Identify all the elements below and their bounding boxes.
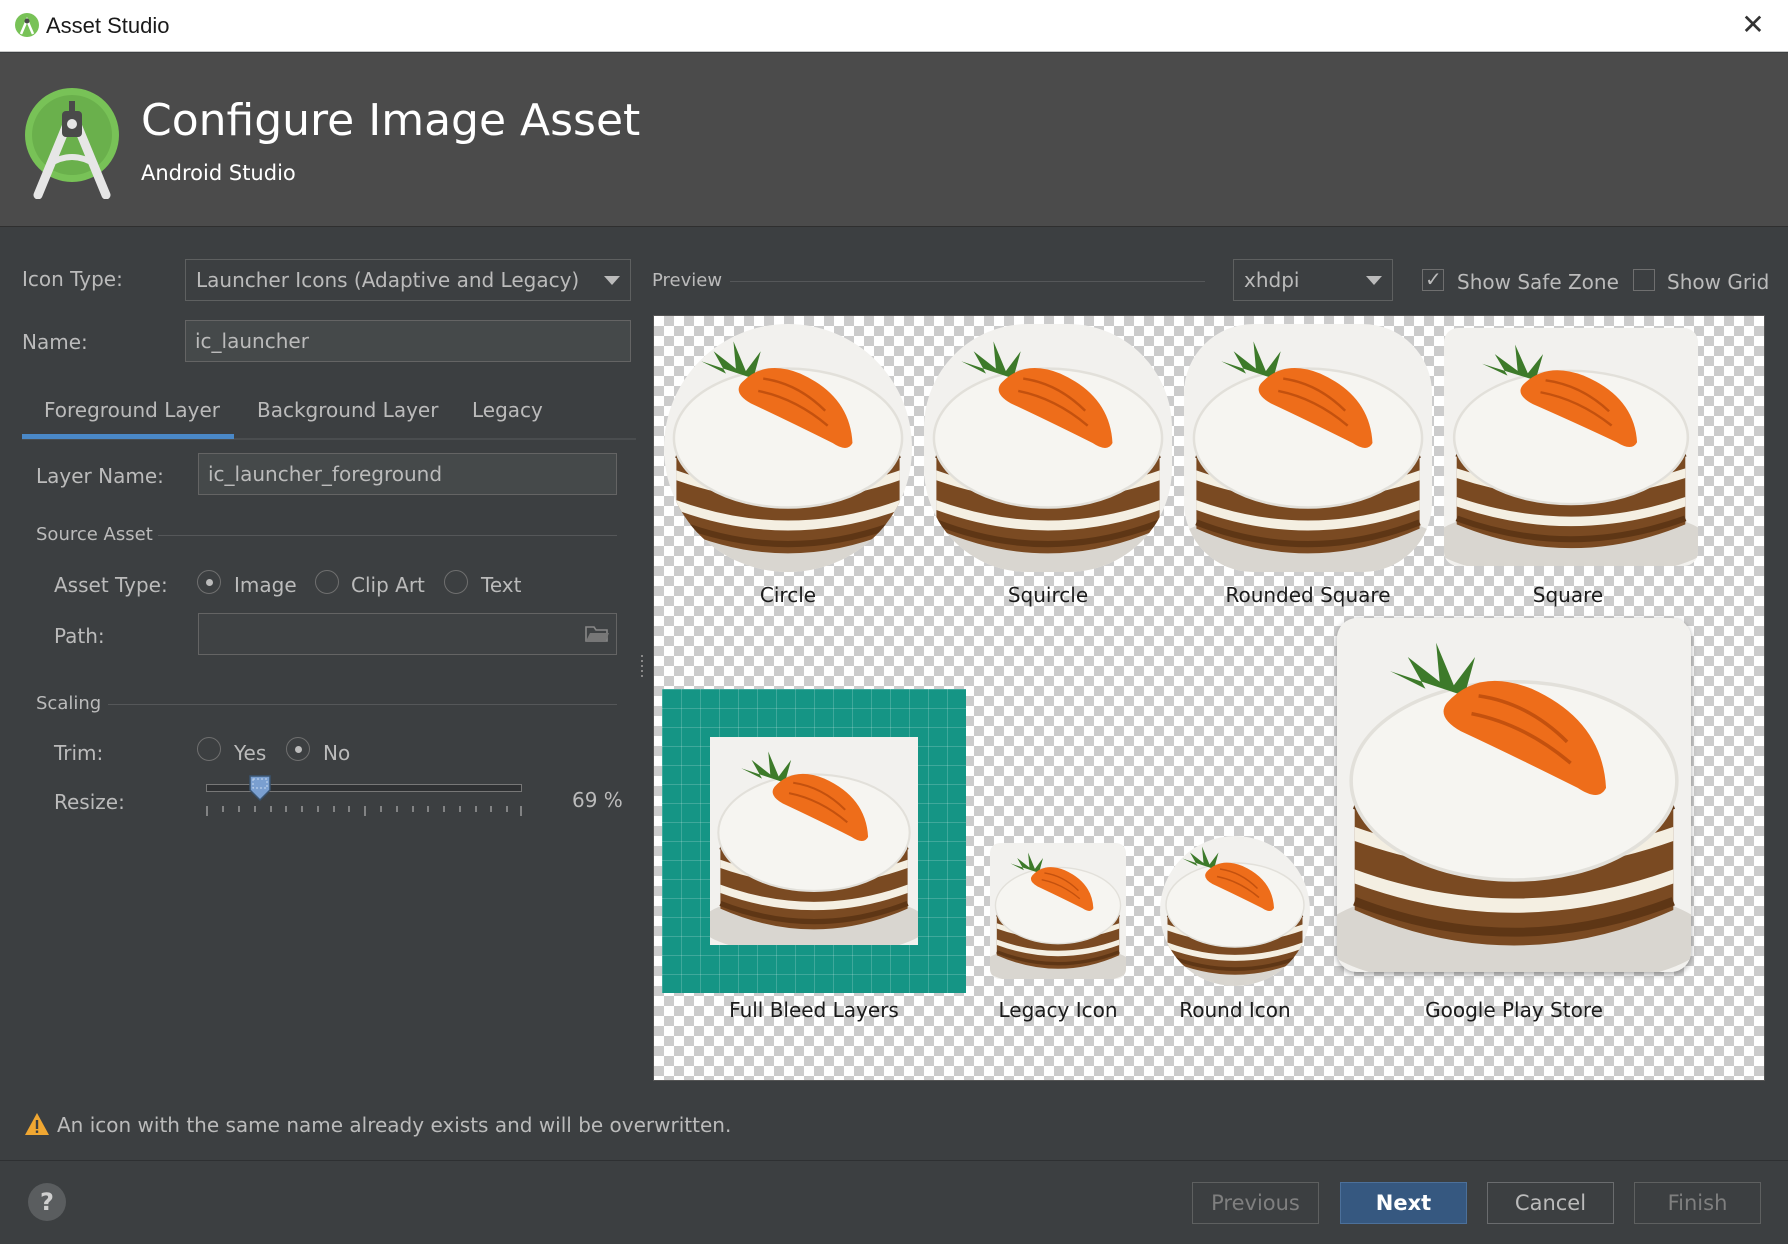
name-input[interactable]: ic_launcher [185, 320, 631, 362]
asset-type-clipart-label[interactable]: Clip Art [351, 573, 425, 597]
resize-slider-thumb[interactable] [248, 774, 272, 802]
icon-type-dropdown[interactable]: Launcher Icons (Adaptive and Legacy) [185, 259, 631, 301]
checkmark-icon: ✓ [1425, 267, 1442, 291]
google-play-store-caption: Google Play Store [1425, 998, 1603, 1022]
layer-name-input[interactable]: ic_launcher_foreground [198, 453, 617, 495]
scaling-divider [108, 704, 617, 705]
page-subtitle: Android Studio [141, 161, 296, 185]
tab-legacy[interactable]: Legacy [472, 398, 543, 422]
path-label: Path: [54, 624, 105, 648]
cancel-button[interactable]: Cancel [1487, 1182, 1614, 1224]
chevron-down-icon [1366, 276, 1382, 285]
trim-yes-radio[interactable] [197, 737, 221, 761]
trim-no-radio[interactable] [286, 737, 310, 761]
next-button[interactable]: Next [1340, 1182, 1467, 1224]
window-title: Asset Studio [46, 13, 170, 38]
preview-label: Preview [652, 270, 723, 291]
show-safe-zone-label[interactable]: Show Safe Zone [1457, 270, 1619, 294]
header-banner: Configure Image Asset Android Studio [0, 53, 1788, 227]
page-title: Configure Image Asset [141, 95, 641, 146]
circle-icon-preview [664, 324, 912, 572]
splitter-grip[interactable] [640, 655, 646, 679]
warning-icon [25, 1113, 49, 1135]
preview-divider [730, 281, 1205, 282]
layer-tabs: Foreground Layer Background Layer Legacy [22, 388, 636, 440]
android-studio-logo [25, 88, 119, 199]
layer-name-value: ic_launcher_foreground [208, 462, 443, 486]
chevron-down-icon [604, 276, 620, 285]
preview-canvas: Circle Squircle Rounded Square Square Fu… [653, 315, 1765, 1081]
show-safe-zone-checkbox[interactable]: ✓ [1422, 267, 1444, 291]
square-caption: Square [1532, 583, 1604, 607]
name-value: ic_launcher [195, 329, 309, 353]
density-value: xhdpi [1244, 268, 1300, 292]
help-button[interactable]: ? [28, 1183, 66, 1221]
source-asset-section-label: Source Asset [36, 524, 153, 545]
resize-label: Resize: [54, 790, 125, 814]
active-tab-indicator [22, 434, 234, 439]
resize-slider-ticks [206, 806, 522, 816]
full-bleed-layers-preview [662, 689, 966, 993]
legacy-icon-preview [990, 843, 1126, 979]
full-bleed-caption: Full Bleed Layers [729, 998, 899, 1022]
trim-label: Trim: [54, 741, 104, 765]
show-grid-label[interactable]: Show Grid [1667, 270, 1769, 294]
tab-background-layer[interactable]: Background Layer [257, 398, 438, 422]
asset-type-text-radio[interactable] [444, 570, 468, 594]
asset-type-image-label[interactable]: Image [234, 573, 297, 597]
layer-name-label: Layer Name: [36, 464, 164, 488]
icon-type-value: Launcher Icons (Adaptive and Legacy) [196, 268, 580, 292]
overwrite-warning-text: An icon with the same name already exist… [57, 1113, 732, 1137]
asset-type-label: Asset Type: [54, 573, 168, 597]
close-icon[interactable]: ✕ [1738, 10, 1768, 40]
squircle-caption: Squircle [1007, 583, 1089, 607]
rounded-square-caption: Rounded Square [1225, 583, 1391, 607]
tab-foreground-layer[interactable]: Foreground Layer [44, 398, 220, 422]
folder-icon[interactable] [584, 622, 610, 644]
google-play-store-preview [1337, 618, 1691, 972]
asset-type-image-radio[interactable] [197, 570, 221, 594]
asset-type-clipart-radio[interactable] [315, 570, 339, 594]
round-icon-preview [1160, 836, 1310, 986]
trim-yes-label[interactable]: Yes [234, 741, 266, 765]
scaling-section-label: Scaling [36, 693, 102, 714]
square-icon-preview [1444, 328, 1698, 566]
name-label: Name: [22, 330, 88, 354]
show-grid-checkbox[interactable] [1633, 269, 1655, 291]
full-bleed-foreground [710, 737, 918, 945]
finish-button[interactable]: Finish [1634, 1182, 1761, 1224]
resize-value: 69 % [572, 788, 623, 812]
window-titlebar: Asset Studio ✕ [0, 0, 1788, 52]
previous-button[interactable]: Previous [1192, 1182, 1319, 1224]
round-icon-caption: Round Icon [1179, 998, 1291, 1022]
source-asset-divider [158, 535, 617, 536]
asset-type-text-label[interactable]: Text [481, 573, 521, 597]
trim-no-label[interactable]: No [323, 741, 350, 765]
android-studio-icon [15, 13, 39, 37]
rounded-square-icon-preview [1184, 324, 1432, 572]
circle-caption: Circle [759, 583, 817, 607]
icon-type-label: Icon Type: [22, 267, 123, 291]
density-dropdown[interactable]: xhdpi [1233, 259, 1393, 301]
squircle-icon-preview [924, 324, 1172, 572]
path-input[interactable] [198, 613, 617, 655]
